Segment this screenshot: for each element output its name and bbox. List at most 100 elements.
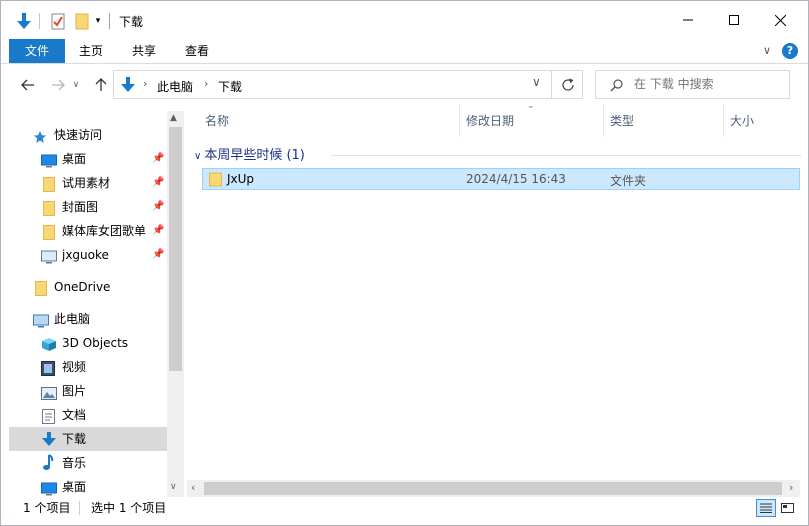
forward-arrow-icon <box>52 79 65 91</box>
file-type: 文件夹 <box>610 174 647 188</box>
star-icon <box>33 128 49 143</box>
document-icon <box>42 408 58 424</box>
address-bar[interactable]: › 此电脑 › 下载 ∨ <box>113 70 583 99</box>
details-view-icon <box>760 503 772 513</box>
maximize-icon <box>729 15 739 25</box>
sidebar-item-downloads[interactable]: 下载 <box>9 427 167 451</box>
close-icon <box>774 14 786 26</box>
group-collapse-icon[interactable]: ∨ <box>194 151 201 162</box>
sort-indicator-icon: ⌄ <box>527 101 535 111</box>
help-icon[interactable]: ? <box>782 43 798 59</box>
tab-home[interactable]: 主页 <box>67 39 115 63</box>
large-icons-view-button[interactable] <box>778 499 798 517</box>
sidebar-item-label: 快速访问 <box>54 128 103 142</box>
minimize-button[interactable] <box>665 1 711 39</box>
explorer-window: ▾ 下载 文件 主页 共享 查看 ∨ ? ∨ › 此电脑 › 下载 ∨ 在 下载… <box>0 0 809 526</box>
desktop-icon <box>41 152 57 168</box>
folder-icon <box>43 224 59 240</box>
customize-toolbar-icon[interactable]: ▾ <box>91 11 105 31</box>
column-header-size[interactable]: 大小 <box>730 105 754 137</box>
scroll-up-icon[interactable]: ▲ <box>170 113 177 123</box>
table-row[interactable]: JxUp 2024/4/15 16:43 文件夹 <box>202 168 800 190</box>
details-view-button[interactable] <box>756 499 776 517</box>
sidebar-item-label: 音乐 <box>62 456 87 470</box>
sidebar-item-this-pc[interactable]: 此电脑 <box>9 307 167 331</box>
sidebar-item-quick-access[interactable]: 快速访问 <box>9 123 167 147</box>
horizontal-scrollbar-thumb[interactable] <box>204 482 782 495</box>
sidebar-item-pictures[interactable]: 图片 <box>9 379 167 403</box>
column-divider[interactable] <box>603 105 604 137</box>
desktop-icon <box>41 480 57 496</box>
pin-icon[interactable]: 📌 <box>152 219 164 243</box>
tab-share[interactable]: 共享 <box>120 39 168 63</box>
pin-icon[interactable]: 📌 <box>152 243 164 267</box>
scroll-down-icon[interactable]: ∨ <box>170 482 177 492</box>
close-button[interactable] <box>757 1 803 39</box>
quick-access-divider <box>39 13 40 29</box>
forward-button[interactable] <box>46 73 70 97</box>
folder-icon <box>43 176 59 192</box>
file-date: 2024/4/15 16:43 <box>466 172 566 186</box>
back-button[interactable] <box>16 73 40 97</box>
tab-file[interactable]: 文件 <box>9 39 65 63</box>
sidebar-item-jxguoke[interactable]: jxguoke 📌 <box>9 243 167 267</box>
sidebar-item-desktop[interactable]: 桌面 📌 <box>9 147 167 171</box>
refresh-button[interactable] <box>556 73 580 97</box>
sidebar-item-label: 文档 <box>62 408 87 422</box>
sidebar-item-onedrive[interactable]: OneDrive <box>9 275 167 299</box>
sidebar-item-label: 下载 <box>62 432 87 446</box>
pin-icon[interactable]: 📌 <box>152 147 164 171</box>
column-header-date[interactable]: 修改日期 <box>466 105 514 137</box>
status-divider <box>79 501 80 515</box>
sidebar-item-3d-objects[interactable]: 3D Objects <box>9 331 167 355</box>
ribbon-tabs: 文件 主页 共享 查看 <box>1 39 808 63</box>
navigation-pane: 快速访问 桌面 📌 试用素材 📌 封面图 📌 媒体库女团歌单 📌 jxguoke… <box>1 111 184 497</box>
sidebar-item-videos[interactable]: 视频 <box>9 355 167 379</box>
column-divider[interactable] <box>459 105 460 137</box>
sidebar-item-documents[interactable]: 文档 <box>9 403 167 427</box>
sidebar-item-label: jxguoke <box>62 248 109 262</box>
breadcrumb-downloads[interactable]: 下载 <box>218 78 242 95</box>
breadcrumb-this-pc[interactable]: 此电脑 <box>157 78 193 95</box>
tab-view[interactable]: 查看 <box>173 39 221 63</box>
breadcrumb-chevron-icon[interactable]: › <box>143 77 147 90</box>
music-icon <box>42 454 58 470</box>
group-header[interactable]: ∨ 本周早些时候 (1) <box>194 144 305 163</box>
sidebar-item-media-playlist[interactable]: 媒体库女团歌单 📌 <box>9 219 167 243</box>
sidebar-item-desktop-pc[interactable]: 桌面 <box>9 475 167 497</box>
download-icon <box>41 431 57 446</box>
address-dropdown-icon[interactable]: ∨ <box>532 75 541 89</box>
sidebar-item-label: 视频 <box>62 360 87 374</box>
column-divider[interactable] <box>723 105 724 137</box>
pc-icon <box>33 312 49 328</box>
maximize-button[interactable] <box>711 1 757 39</box>
sidebar-item-label: 此电脑 <box>54 312 91 326</box>
sidebar-scrollbar-thumb[interactable] <box>169 127 182 371</box>
folder-icon <box>209 172 223 190</box>
scroll-right-icon[interactable]: › <box>789 481 793 494</box>
sidebar-item-label: 媒体库女团歌单 <box>62 224 147 238</box>
pin-icon[interactable]: 📌 <box>152 171 164 195</box>
new-folder-icon[interactable] <box>71 11 93 31</box>
sidebar-item-label: 图片 <box>62 384 87 398</box>
sidebar-item-cover-images[interactable]: 封面图 📌 <box>9 195 167 219</box>
column-header-type[interactable]: 类型 <box>610 105 634 137</box>
properties-icon[interactable] <box>47 11 69 31</box>
breadcrumb-chevron-icon[interactable]: › <box>204 77 208 90</box>
column-header-name[interactable]: 名称 <box>205 105 229 137</box>
scroll-left-icon[interactable]: ‹ <box>191 481 195 494</box>
sidebar-item-label: 试用素材 <box>62 176 111 190</box>
window-title: 下载 <box>119 15 144 29</box>
expand-ribbon-chevron-icon[interactable]: ∨ <box>763 39 771 63</box>
folder-icon <box>43 200 59 216</box>
quick-access-download-icon[interactable] <box>13 11 35 31</box>
search-input[interactable] <box>634 77 784 91</box>
sidebar-item-music[interactable]: 音乐 <box>9 451 167 475</box>
recent-locations-icon[interactable]: ∨ <box>69 73 83 97</box>
pin-icon[interactable]: 📌 <box>152 195 164 219</box>
search-box[interactable] <box>595 70 790 99</box>
up-button[interactable] <box>89 73 113 97</box>
sidebar-item-trial-materials[interactable]: 试用素材 📌 <box>9 171 167 195</box>
file-name: JxUp <box>227 172 255 186</box>
download-icon <box>121 77 135 92</box>
